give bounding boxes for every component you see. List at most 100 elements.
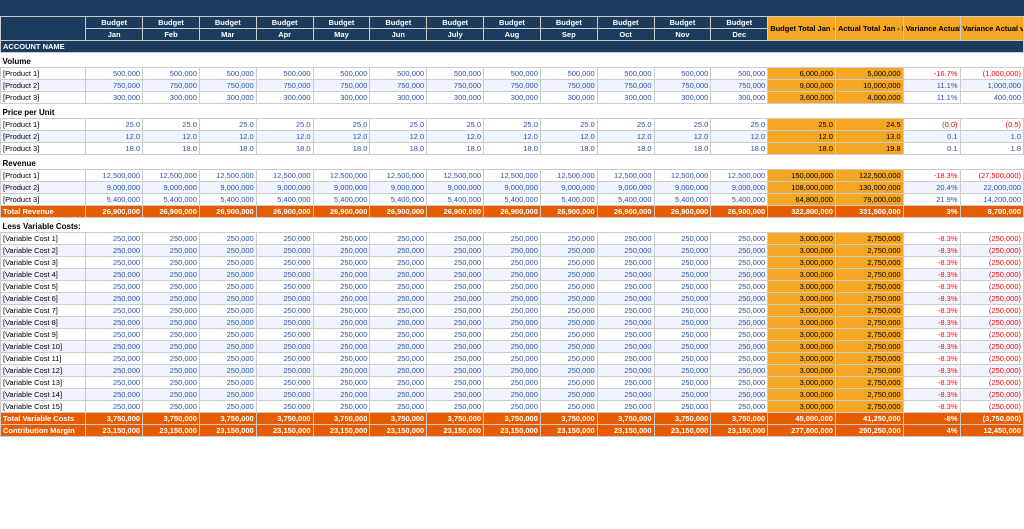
value-cell: 250,000: [597, 293, 654, 305]
value-cell: 250,000: [711, 365, 768, 377]
value-cell: 18.0: [199, 143, 256, 155]
value-cell: 12.0: [711, 131, 768, 143]
var-pct-cell: 11.1%: [903, 80, 960, 92]
value-cell: 250,000: [597, 353, 654, 365]
budget-total-cell: 64,800,000: [768, 194, 836, 206]
actual-total-cell: 2,750,000: [835, 377, 903, 389]
data-row: [Variable Cost 7]250,000250,000250,00025…: [1, 305, 1024, 317]
value-cell: 300,000: [597, 92, 654, 104]
value-cell: 250,000: [654, 257, 711, 269]
value-cell: 250,000: [256, 305, 313, 317]
actual-total-cell: 4,000,000: [835, 92, 903, 104]
actual-total-cell: 2,750,000: [835, 317, 903, 329]
var-pct-cell: -8.3%: [903, 233, 960, 245]
value-cell: 250,000: [484, 329, 541, 341]
budget-total-cell: 6,000,000: [768, 68, 836, 80]
var-pct-cell: -18.3%: [903, 170, 960, 182]
value-cell: 250,000: [143, 317, 200, 329]
value-cell: 250,000: [256, 353, 313, 365]
value-cell: 250,000: [313, 329, 370, 341]
value-cell: 250,000: [597, 257, 654, 269]
actual-total-cell: 2,750,000: [835, 305, 903, 317]
total-value-cell: 23,150,000: [256, 425, 313, 437]
var-pct-cell: -8.3%: [903, 317, 960, 329]
value-cell: 250,000: [597, 389, 654, 401]
var-pct-cell: -8.3%: [903, 329, 960, 341]
total-value-cell: 3,750,000: [711, 413, 768, 425]
value-cell: 250,000: [711, 281, 768, 293]
value-cell: 250,000: [313, 245, 370, 257]
value-cell: 250,000: [427, 245, 484, 257]
section-label: Revenue: [1, 155, 1024, 170]
value-cell: 750,000: [654, 80, 711, 92]
value-cell: 250,000: [86, 317, 143, 329]
value-cell: 300,000: [256, 92, 313, 104]
budget-total-header: Budget Total Jan - Dec: [768, 17, 836, 41]
var-dollar-cell: 14,200,000: [960, 194, 1023, 206]
value-cell: 5,400,000: [313, 194, 370, 206]
value-cell: 250,000: [484, 317, 541, 329]
actual-total-cell: 10,000,000: [835, 80, 903, 92]
value-cell: 250,000: [711, 305, 768, 317]
value-cell: 18.0: [711, 143, 768, 155]
budget-total-cell: 3,000,000: [768, 233, 836, 245]
month-dec: Dec: [711, 29, 768, 41]
total-name-cell: Contribution Margin: [1, 425, 86, 437]
value-cell: 12.0: [86, 131, 143, 143]
value-cell: 250,000: [484, 269, 541, 281]
account-name-cell: [Variable Cost 8]: [1, 317, 86, 329]
actual-total-cell: 2,750,000: [835, 269, 903, 281]
data-row: [Product 2]12.012.012.012.012.012.012.01…: [1, 131, 1024, 143]
value-cell: 250,000: [427, 389, 484, 401]
var-pct-cell: -8.3%: [903, 365, 960, 377]
value-cell: 250,000: [199, 281, 256, 293]
value-cell: 250,000: [427, 293, 484, 305]
value-cell: 250,000: [540, 317, 597, 329]
budget-label-nov: Budget: [654, 17, 711, 29]
account-name-cell: [Product 3]: [1, 194, 86, 206]
header-row-budget-labels: Budget Budget Budget Budget Budget Budge…: [1, 17, 1024, 29]
value-cell: 250,000: [427, 317, 484, 329]
total-value-cell: 26,900,000: [256, 206, 313, 218]
value-cell: 250,000: [597, 245, 654, 257]
value-cell: 5,400,000: [370, 194, 427, 206]
value-cell: 5,400,000: [711, 194, 768, 206]
value-cell: 750,000: [427, 80, 484, 92]
value-cell: 250,000: [370, 341, 427, 353]
value-cell: 250,000: [86, 293, 143, 305]
value-cell: 250,000: [484, 245, 541, 257]
actual-total-cell: 2,750,000: [835, 281, 903, 293]
value-cell: 250,000: [654, 305, 711, 317]
total-value-cell: 26,900,000: [540, 206, 597, 218]
value-cell: 250,000: [256, 401, 313, 413]
total-value-cell: 23,150,000: [711, 425, 768, 437]
total-value-cell: 3,750,000: [256, 413, 313, 425]
total-value-cell: 26,900,000: [313, 206, 370, 218]
var-pct-cell: 21.9%: [903, 194, 960, 206]
var-dollar-cell: (250,000): [960, 353, 1023, 365]
value-cell: 750,000: [256, 80, 313, 92]
total-value-cell: 3,750,000: [370, 413, 427, 425]
budget-total-cell: 25.0: [768, 119, 836, 131]
total-budget-total-cell: 322,800,000: [768, 206, 836, 218]
month-apr: Apr: [256, 29, 313, 41]
account-name-cell: [Product 1]: [1, 68, 86, 80]
total-row: Total Revenue26,900,00026,900,00026,900,…: [1, 206, 1024, 218]
value-cell: 12,500,000: [143, 170, 200, 182]
budget-total-cell: 3,000,000: [768, 245, 836, 257]
data-row: [Variable Cost 9]250,000250,000250,00025…: [1, 329, 1024, 341]
value-cell: 250,000: [484, 233, 541, 245]
total-var-dollar-cell: 8,700,000: [960, 206, 1023, 218]
var-pct-cell: 20.4%: [903, 182, 960, 194]
value-cell: 250,000: [711, 377, 768, 389]
section-label-row: Revenue: [1, 155, 1024, 170]
value-cell: 250,000: [143, 281, 200, 293]
value-cell: 250,000: [86, 281, 143, 293]
value-cell: 250,000: [256, 365, 313, 377]
value-cell: 9,000,000: [370, 182, 427, 194]
value-cell: 5,400,000: [484, 194, 541, 206]
account-name-cell: [Variable Cost 6]: [1, 293, 86, 305]
value-cell: 18.0: [143, 143, 200, 155]
value-cell: 500,000: [654, 68, 711, 80]
data-row: [Variable Cost 3]250,000250,000250,00025…: [1, 257, 1024, 269]
